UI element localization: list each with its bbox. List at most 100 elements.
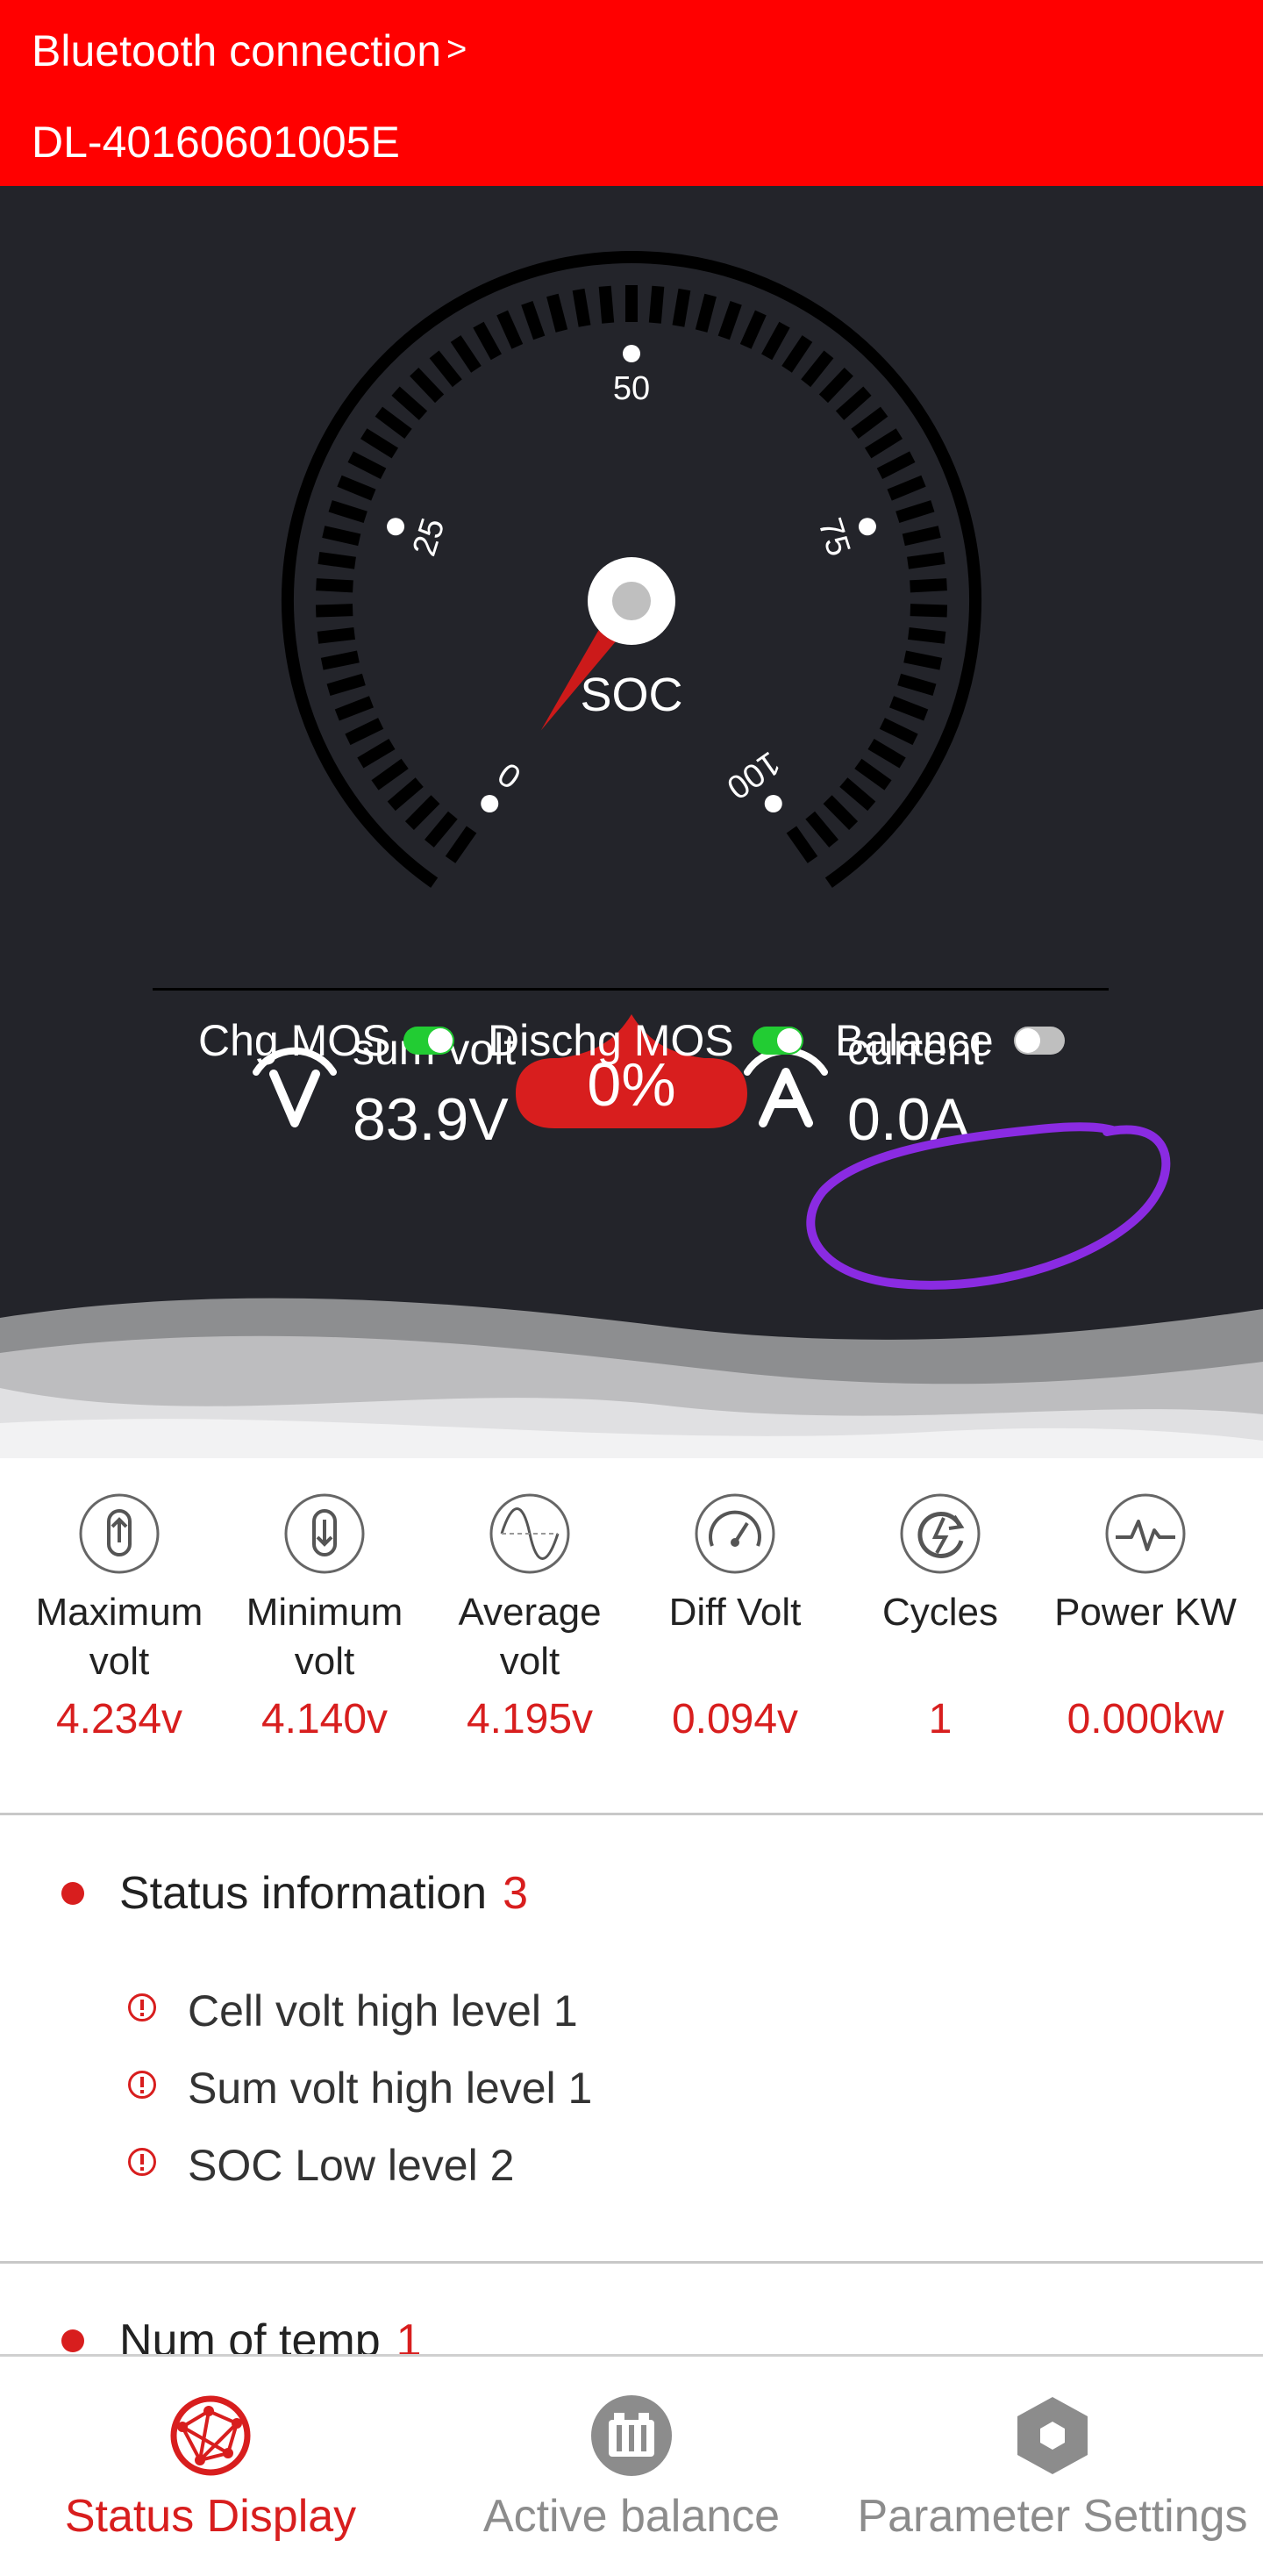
bullet-dot [61, 1882, 84, 1905]
chevron-right-icon: > [446, 30, 467, 68]
nav-active-balance-label: Active balance [482, 2491, 781, 2542]
status-panel: 0 25 50 75 100 SOC 0% sum volt 83.9V current… [0, 186, 1263, 1458]
gauge-tick [445, 826, 477, 863]
warning-icon [128, 2071, 156, 2099]
stat-value: 0.094v [671, 1696, 799, 1742]
gauge-tick [786, 826, 818, 863]
settings-hexagon-icon [1017, 2397, 1088, 2474]
gauge-tick [854, 758, 892, 791]
gauge-tick [410, 368, 445, 404]
chg-mos-toggle[interactable] [403, 1027, 454, 1055]
stat-label-line: Maximum [35, 1591, 203, 1634]
gauge-tick [823, 795, 859, 830]
gauge-tick [903, 650, 943, 670]
gauge-tick [318, 552, 356, 569]
stat-value: 4.234v [55, 1696, 183, 1742]
nav-status-display[interactable]: Status Display [0, 2357, 421, 2576]
gauge-tick [876, 451, 916, 480]
gauge-tick [473, 321, 502, 361]
nav-active-balance[interactable]: Active balance [421, 2357, 842, 2576]
stat-value: 4.195v [466, 1696, 594, 1742]
gauge-scale-label: 0 [492, 755, 528, 796]
gauge-tick [887, 475, 926, 501]
soc-label: SOC [580, 669, 683, 721]
stat-label: Diff Volt [630, 1588, 840, 1637]
gauge-tick [672, 288, 691, 327]
gauge-tick [739, 310, 767, 349]
gauge-tick [839, 777, 876, 812]
stat-label-line: volt [89, 1640, 150, 1683]
gauge-tick [546, 293, 568, 333]
gauge-tick [375, 406, 412, 439]
gauge-tick [717, 300, 742, 340]
stat-label-line: volt [499, 1640, 560, 1683]
gauge-tick [879, 718, 918, 746]
gauge-tick [322, 526, 361, 547]
stat-label: Cycles [835, 1588, 1045, 1637]
gauge-tick [781, 335, 813, 373]
gauge-tick [598, 285, 615, 324]
gauge-tick [315, 604, 353, 618]
soc-gauge: 0255075100 [282, 251, 981, 888]
gauge-tick [867, 738, 906, 769]
status-item: Sum volt high level 1 [188, 2064, 593, 2113]
stat-label-line: Cycles [881, 1591, 999, 1634]
stat-label: Average volt [425, 1588, 635, 1686]
gauge-tick [360, 428, 399, 459]
gauge-scale-dot [481, 795, 499, 813]
section-divider [0, 2261, 1263, 2264]
dischg-mos-toggle[interactable] [753, 1027, 803, 1055]
gauge-tick [572, 288, 591, 327]
gauge-scale-dot [623, 345, 640, 362]
bluetooth-connection-label: Bluetooth connection [32, 26, 442, 75]
gauge-tick [326, 673, 366, 696]
power-pulse-icon [1105, 1493, 1186, 1574]
globe-network-icon [170, 2395, 251, 2476]
decorative-waves [0, 1298, 1263, 1458]
gauge-scale-label: 75 [810, 514, 857, 561]
balance-label: Balance [835, 1016, 994, 1065]
gauge-tick [317, 626, 355, 644]
balance-toggle[interactable] [1014, 1027, 1065, 1055]
section-divider [0, 1813, 1263, 1815]
gauge-tick [387, 777, 424, 812]
stat-label: Maximum volt [14, 1588, 225, 1686]
chg-mos-label: Chg MOS [198, 1016, 391, 1065]
status-information-count: 3 [503, 1868, 529, 1919]
stat-value: 0.000kw [1067, 1696, 1224, 1742]
gauge-scale-dot [387, 518, 405, 536]
status-item: SOC Low level 2 [188, 2141, 515, 2190]
gauge-tick [695, 293, 717, 333]
gauge-tick [334, 696, 374, 721]
nav-status-display-label: Status Display [64, 2491, 357, 2542]
nav-parameter-settings[interactable]: Parameter Settings [842, 2357, 1263, 2576]
status-item: Cell volt high level 1 [188, 1986, 578, 2036]
gauge-scale-label: 25 [406, 514, 453, 561]
gauge-tick [910, 578, 947, 593]
gauge-tick [907, 552, 945, 569]
gauge-hub-center [612, 582, 651, 620]
gauge-tick [908, 626, 946, 644]
gauge-tick [889, 696, 929, 721]
gauge-tick [805, 811, 838, 848]
gauge-tick [896, 500, 935, 524]
min-volt-icon [284, 1493, 365, 1574]
gauge-tick [328, 500, 367, 524]
gauge-tick [801, 350, 834, 388]
gauge-tick [897, 673, 937, 696]
diff-volt-gauge-icon [695, 1493, 775, 1574]
gauge-scale-label: 50 [613, 370, 650, 407]
device-id: DL-40160601005E [32, 118, 400, 167]
avg-volt-icon [489, 1493, 570, 1574]
gauge-tick [425, 811, 458, 848]
gauge-tick [316, 578, 353, 593]
stat-label-line: Average [458, 1591, 602, 1634]
gauge-tick [320, 650, 360, 670]
current-value: 0.0A [847, 1086, 970, 1153]
battery-pack-icon [591, 2395, 672, 2476]
status-information-heading: Status information 3 [119, 1865, 528, 1921]
bluetooth-connection-link[interactable]: Bluetooth connection > [32, 21, 467, 79]
gauge-tick [450, 335, 482, 373]
app-header: Bluetooth connection > DL-40160601005E [0, 0, 1263, 186]
sum-volt-value: 83.9V [353, 1086, 509, 1153]
